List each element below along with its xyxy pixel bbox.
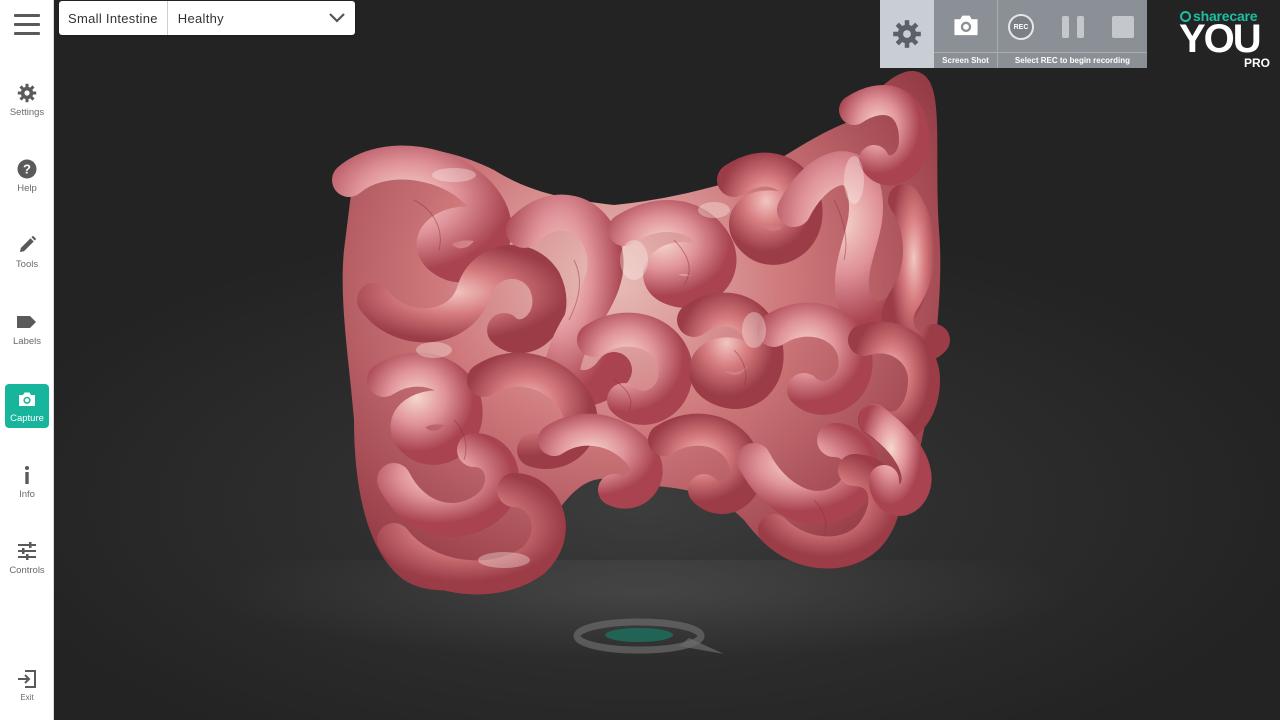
brand-tier: PRO bbox=[1243, 56, 1270, 70]
sidebar-item-label: Controls bbox=[9, 565, 45, 576]
exit-button[interactable]: Exit bbox=[5, 664, 49, 708]
capture-toolbar: Screen Shot REC Select REC to begin reco… bbox=[880, 0, 1147, 68]
sidebar-item-label: Tools bbox=[15, 259, 39, 270]
sidebar-item-label: Info bbox=[19, 489, 35, 500]
chevron-down-icon[interactable] bbox=[325, 1, 349, 35]
condition-dropdown[interactable]: Healthy bbox=[168, 1, 325, 35]
hamburger-menu-icon[interactable] bbox=[14, 14, 40, 40]
tag-icon bbox=[16, 311, 38, 333]
sidebar-item-controls[interactable]: Controls bbox=[5, 536, 49, 580]
exit-label: Exit bbox=[20, 693, 34, 702]
sidebar-item-label: Labels bbox=[13, 336, 41, 347]
3d-viewport[interactable] bbox=[54, 0, 1280, 720]
help-icon: ? bbox=[16, 158, 38, 180]
record-button[interactable]: REC bbox=[1008, 14, 1034, 40]
capture-settings-button[interactable] bbox=[880, 0, 934, 68]
sidebar-item-help[interactable]: ? Help bbox=[5, 154, 49, 198]
sidebar-item-settings[interactable]: Settings bbox=[5, 78, 49, 122]
record-label: REC bbox=[1013, 23, 1029, 31]
model-selector-bar: Small Intestine Healthy bbox=[59, 1, 355, 35]
camera-icon bbox=[16, 388, 38, 410]
pause-button[interactable] bbox=[1062, 16, 1084, 38]
recording-hint: Select REC to begin recording bbox=[1014, 56, 1131, 65]
gear-icon bbox=[893, 20, 921, 48]
sidebar-item-capture[interactable]: Capture bbox=[5, 384, 49, 428]
stop-button[interactable] bbox=[1112, 16, 1134, 38]
screenshot-button[interactable]: Screen Shot bbox=[934, 0, 998, 68]
small-intestine-model[interactable] bbox=[54, 0, 1280, 720]
sidebar-item-labels[interactable]: Labels bbox=[5, 307, 49, 351]
recording-controls: REC Select REC to begin recording bbox=[998, 0, 1147, 68]
svg-text:?: ? bbox=[23, 162, 31, 177]
pause-icon bbox=[1062, 16, 1069, 38]
model-name: Small Intestine bbox=[59, 1, 168, 35]
screenshot-label: Screen Shot bbox=[942, 56, 989, 65]
sidebar-item-tools[interactable]: Tools bbox=[5, 230, 49, 274]
pencil-icon bbox=[16, 234, 38, 256]
floor-logo-mark bbox=[573, 618, 724, 654]
sliders-icon bbox=[16, 540, 38, 562]
brand-product: YOU bbox=[1179, 17, 1262, 61]
brand-logo: sharecare YOU PRO bbox=[1179, 8, 1274, 72]
info-icon bbox=[16, 464, 38, 486]
sidebar-item-info[interactable]: Info bbox=[5, 460, 49, 504]
sidebar-item-label: Help bbox=[17, 183, 37, 194]
gear-icon bbox=[16, 82, 38, 104]
exit-icon bbox=[16, 668, 38, 690]
sidebar-item-label: Settings bbox=[9, 107, 45, 118]
divider bbox=[998, 52, 1147, 53]
camera-icon bbox=[951, 12, 981, 43]
left-sidebar: Settings ? Help Tools Labels Capture Inf… bbox=[0, 0, 54, 720]
sidebar-item-label: Capture bbox=[10, 413, 44, 424]
divider bbox=[934, 52, 997, 53]
